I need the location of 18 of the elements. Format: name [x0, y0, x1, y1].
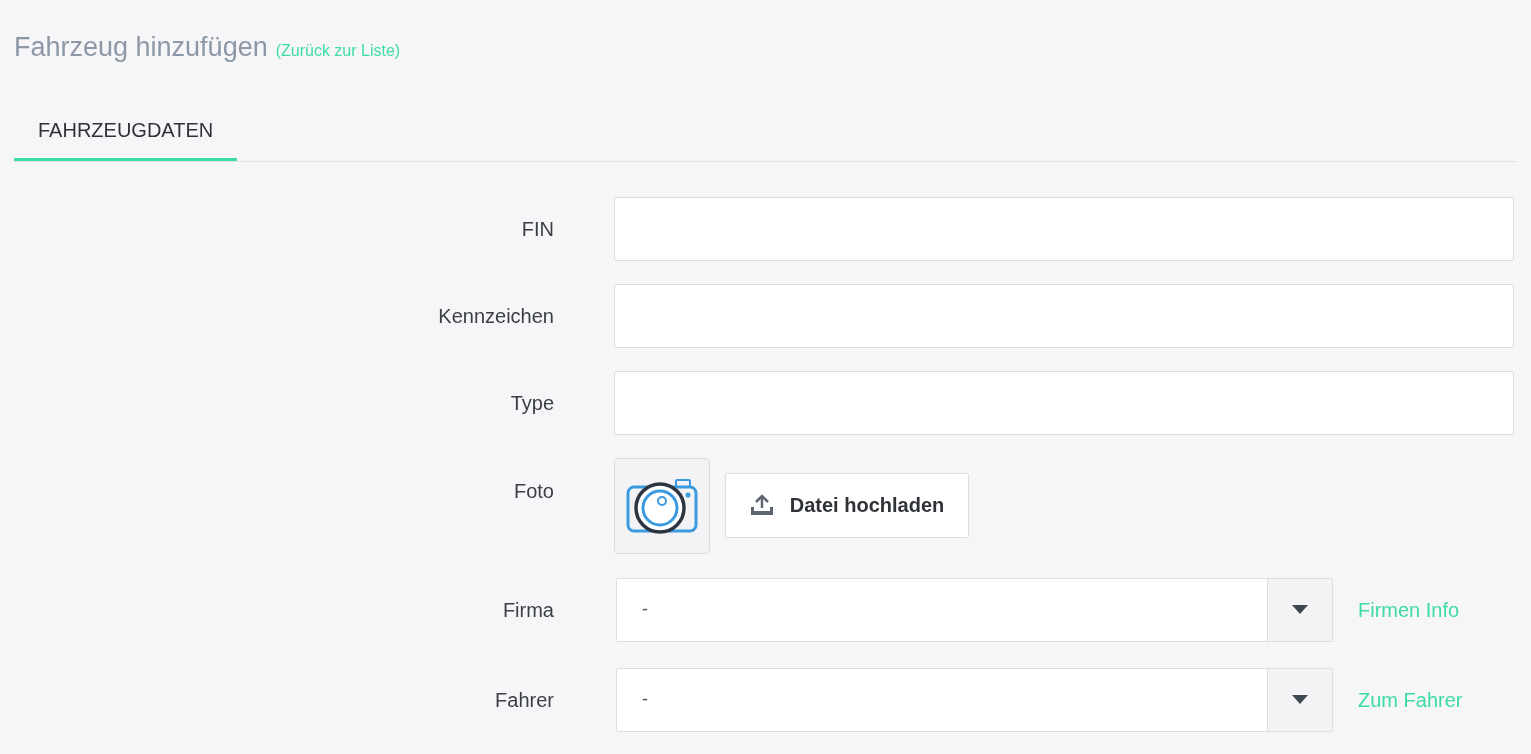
camera-icon [626, 476, 698, 535]
select-field[interactable]: - [616, 667, 1333, 732]
caret-icon [1292, 605, 1308, 614]
field-label: Fahrer [495, 688, 554, 711]
field-label: Kennzeichen [438, 304, 554, 327]
text-input[interactable] [614, 283, 1514, 348]
field-label: Foto [513, 479, 554, 502]
text-input[interactable] [614, 370, 1514, 435]
tab[interactable]: FAHRZEUGDATEN [14, 101, 238, 161]
field-label: Type [510, 391, 554, 414]
page-title: Fahrzeug hinzufügen [14, 31, 268, 64]
caret-icon [1292, 695, 1308, 704]
upload-button[interactable]: Datei hochladen [725, 472, 969, 538]
field-label: FIN [521, 217, 554, 240]
text-input[interactable] [614, 196, 1514, 261]
select-field[interactable]: - [616, 577, 1333, 642]
upload-icon [749, 494, 774, 516]
field-label: Firma [502, 598, 554, 621]
